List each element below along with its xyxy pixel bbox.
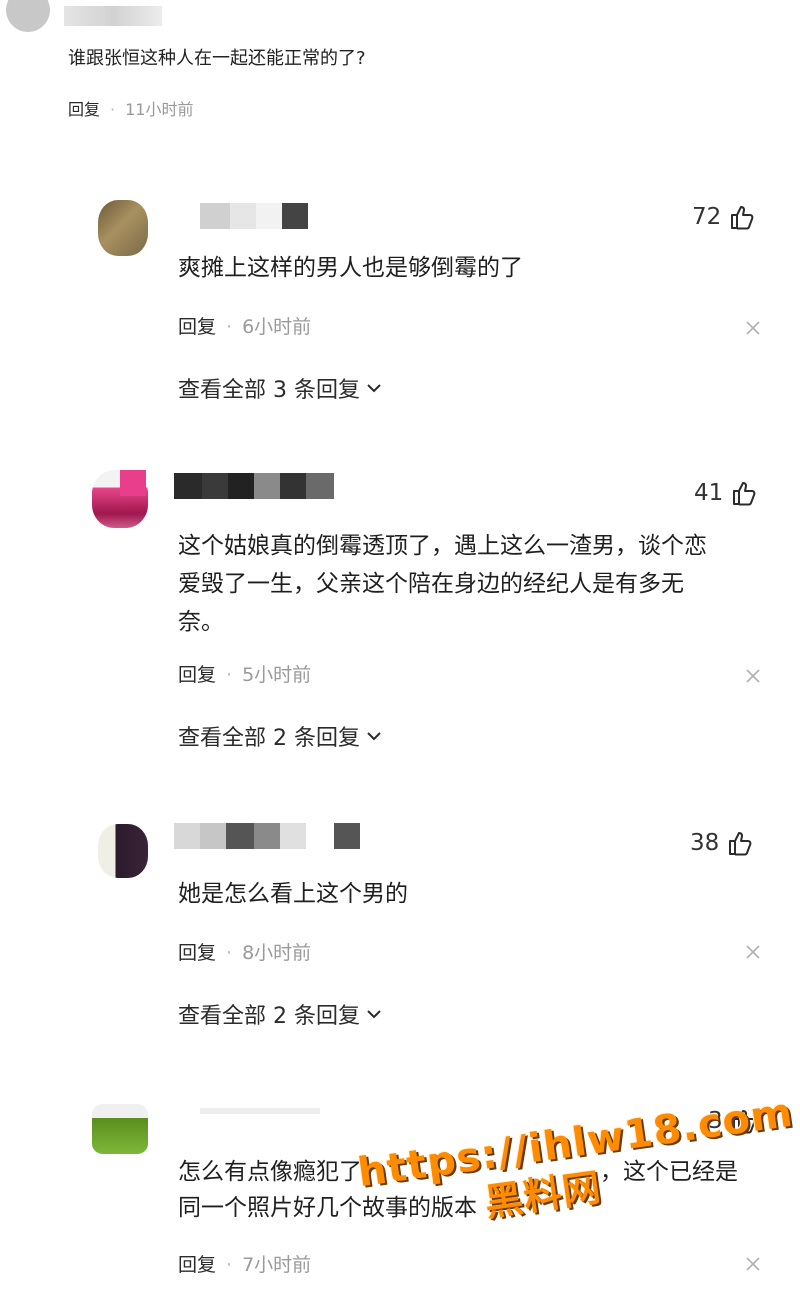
reply-button[interactable]: 回复 — [178, 664, 216, 686]
like-count[interactable]: 72 — [692, 204, 755, 230]
chevron-down-icon — [367, 732, 381, 741]
comment-text: 爽摊上这样的男人也是够倒霉的了 — [178, 255, 523, 281]
timestamp: 8小时前 — [242, 942, 312, 964]
comment-meta: 回复 · 7小时前 — [178, 1254, 312, 1276]
reply-button[interactable]: 回复 — [178, 942, 216, 964]
timestamp: 7小时前 — [242, 1254, 312, 1276]
like-count[interactable]: 38 — [690, 830, 753, 856]
thumbs-up-icon[interactable] — [729, 204, 755, 230]
view-all-replies-button[interactable]: 查看全部 3 条回复 — [178, 372, 384, 404]
avatar[interactable] — [6, 0, 50, 32]
comment-meta: 回复 · 5小时前 — [178, 664, 312, 686]
close-icon[interactable] — [745, 668, 761, 684]
avatar-accent — [120, 470, 146, 496]
thumbs-up-icon[interactable] — [731, 480, 757, 506]
comment-text-line: 爱毁了一生，父亲这个陪在身边的经纪人是有多无 — [178, 571, 684, 597]
view-all-replies-button[interactable]: 查看全部 2 条回复 — [178, 998, 384, 1030]
like-count-value: 38 — [690, 830, 720, 856]
view-all-replies-label: 查看全部 2 条回复 — [178, 1004, 360, 1029]
username-redacted — [200, 1108, 320, 1114]
view-all-replies-label: 查看全部 2 条回复 — [178, 726, 360, 751]
reply-button[interactable]: 回复 — [178, 1254, 216, 1276]
timestamp: 5小时前 — [242, 664, 312, 686]
view-all-replies-button[interactable]: 查看全部 2 条回复 — [178, 720, 384, 752]
timestamp: 6小时前 — [242, 316, 312, 338]
close-icon[interactable] — [745, 1256, 761, 1272]
comment-meta: 回复 · 11小时前 — [68, 100, 194, 119]
comment-text: 谁跟张恒这种人在一起还能正常的了? — [68, 48, 366, 69]
reply-button[interactable]: 回复 — [68, 100, 100, 119]
like-count-value: 72 — [692, 204, 722, 230]
chevron-down-icon — [367, 384, 381, 393]
close-icon[interactable] — [745, 944, 761, 960]
avatar[interactable] — [98, 824, 148, 878]
like-count-value: 41 — [694, 480, 724, 506]
comment-text: 她是怎么看上这个男的 — [178, 881, 408, 907]
avatar[interactable] — [98, 200, 148, 256]
like-count[interactable]: 41 — [694, 480, 757, 506]
avatar[interactable] — [92, 1104, 148, 1154]
comment-meta: 回复 · 6小时前 — [178, 316, 312, 338]
view-all-replies-label: 查看全部 3 条回复 — [178, 378, 360, 403]
username-redacted — [64, 6, 162, 26]
comment-text-line: 怎么有点像瘾犯了 — [178, 1159, 362, 1185]
thumbs-up-icon[interactable] — [727, 830, 753, 856]
comment-text-line: 奈。 — [178, 609, 224, 635]
comment-meta: 回复 · 8小时前 — [178, 942, 312, 964]
close-icon[interactable] — [745, 320, 761, 336]
reply-button[interactable]: 回复 — [178, 316, 216, 338]
timestamp: 11小时前 — [125, 100, 194, 119]
comment-text-line: 同一个照片好几个故事的版本 — [178, 1195, 477, 1221]
chevron-down-icon — [367, 1010, 381, 1019]
comment-text-line: 这个姑娘真的倒霉透顶了，遇上这么一渣男，谈个恋 — [178, 533, 707, 559]
